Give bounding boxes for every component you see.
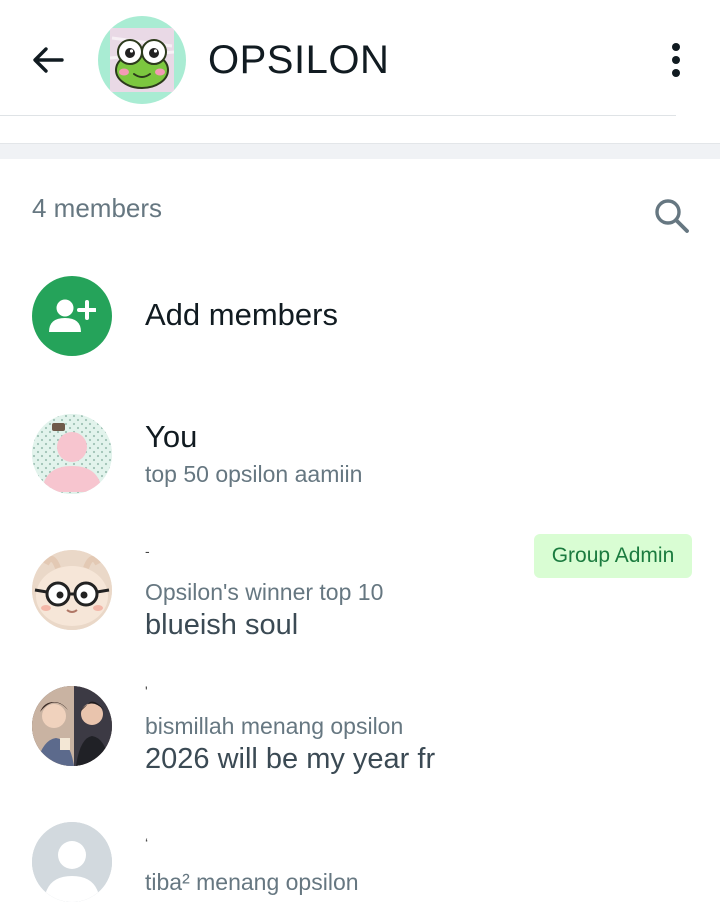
add-members-button[interactable] <box>32 276 112 356</box>
glasses-cat-profile-image <box>32 550 112 630</box>
add-person-icon <box>49 299 96 332</box>
member-row[interactable]: You top 50 opsilon aamiin <box>0 410 720 498</box>
photo-profile-image <box>32 686 112 766</box>
member-name: - <box>145 543 150 559</box>
section-separator <box>0 143 720 159</box>
chat-info-header: OPSILON <box>0 0 720 116</box>
group-admin-badge: Group Admin <box>534 534 692 578</box>
member-about: 2026 will be my year fr <box>145 743 436 775</box>
group-avatar[interactable] <box>98 16 186 104</box>
member-name: ‘ <box>145 835 149 851</box>
avatar <box>32 550 112 630</box>
header-divider <box>0 115 676 116</box>
default-profile-image <box>32 414 112 494</box>
back-button[interactable] <box>26 38 70 82</box>
avatar <box>32 686 112 766</box>
add-members-row[interactable]: Add members <box>0 272 720 360</box>
member-subtitle: tiba² menang opsilon <box>145 869 359 895</box>
avatar <box>32 822 112 902</box>
member-name: ' <box>145 683 148 699</box>
menu-button[interactable] <box>654 38 698 82</box>
members-count: 4 members <box>32 193 163 223</box>
member-row[interactable]: ' bismillah menang opsilon 2026 will be … <box>0 672 720 784</box>
member-status: top 50 opsilon aamiin <box>145 461 363 487</box>
more-vertical-icon <box>672 43 680 77</box>
member-name: You <box>145 419 198 454</box>
avatar <box>32 414 112 494</box>
arrow-left-icon <box>33 47 64 73</box>
member-subtitle: bismillah menang opsilon <box>145 713 404 739</box>
default-person-icon <box>32 822 112 902</box>
add-members-label: Add members <box>145 297 338 332</box>
member-about: blueish soul <box>145 609 299 641</box>
member-row[interactable]: ‘ tiba² menang opsilon <box>0 812 720 906</box>
member-row[interactable]: - Group Admin Opsilon's winner top 10 bl… <box>0 534 720 646</box>
group-title[interactable]: OPSILON <box>208 36 389 84</box>
frog-avatar-image <box>110 28 174 92</box>
search-members-button[interactable] <box>646 190 698 242</box>
search-icon <box>655 199 689 233</box>
member-subtitle: Opsilon's winner top 10 <box>145 579 384 605</box>
